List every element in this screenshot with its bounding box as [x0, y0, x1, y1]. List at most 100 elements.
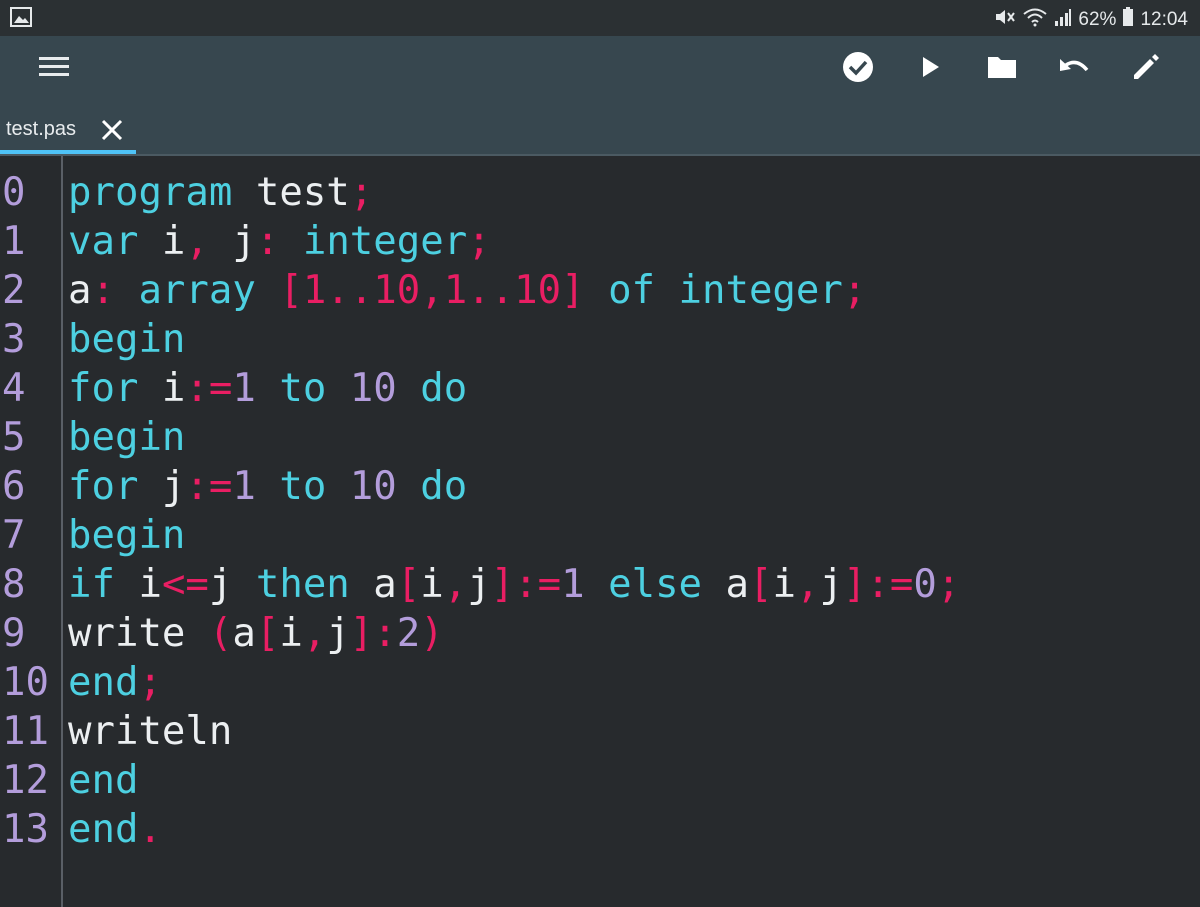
- code-token: begin: [68, 317, 186, 362]
- code-token: ]:=: [490, 562, 562, 607]
- line-number: 5: [2, 415, 26, 460]
- line-number: 8: [2, 562, 26, 607]
- code-token: i: [420, 562, 444, 607]
- code-line[interactable]: a: array [1..10,1..10] of integer;: [68, 266, 960, 315]
- code-token: <=: [161, 562, 209, 607]
- code-token: 0: [913, 562, 937, 607]
- code-token: j: [819, 562, 843, 607]
- tab-test-pas[interactable]: test.pas: [0, 108, 136, 154]
- code-token: to: [255, 366, 327, 411]
- code-token: do: [396, 464, 468, 509]
- code-token: ;: [467, 219, 491, 264]
- line-number: 10: [2, 660, 49, 705]
- code-token: (: [208, 611, 233, 656]
- menu-icon[interactable]: [38, 52, 70, 82]
- status-indicators: 62% 12:04: [994, 7, 1188, 33]
- code-token: ;: [138, 660, 162, 705]
- code-token: a: [232, 611, 256, 656]
- check-circle-icon[interactable]: [832, 48, 884, 86]
- code-line[interactable]: begin: [68, 413, 960, 462]
- line-number: 7: [2, 513, 26, 558]
- code-line[interactable]: for j:=1 to 10 do: [68, 462, 960, 511]
- clock: 12:04: [1140, 9, 1188, 30]
- code-line[interactable]: program test;: [68, 168, 960, 217]
- code-text-area[interactable]: program test; var i, j: integer; a: array …: [68, 168, 960, 854]
- code-token: ;: [349, 170, 374, 215]
- code-token: 1: [232, 366, 256, 411]
- line-number: 6: [2, 464, 26, 509]
- line-number: 1: [2, 219, 26, 264]
- code-line[interactable]: begin: [68, 315, 960, 364]
- code-token: end: [68, 807, 139, 852]
- app-toolbar: test.pas: [0, 36, 1200, 154]
- code-token: j: [208, 219, 256, 264]
- code-token: 2: [396, 611, 421, 656]
- code-line[interactable]: write (a[i,j]:2): [68, 609, 960, 658]
- code-token: else: [584, 562, 703, 607]
- code-token: :=: [185, 366, 233, 411]
- code-token: j: [326, 611, 350, 656]
- code-line[interactable]: var i, j: integer;: [68, 217, 960, 266]
- play-icon[interactable]: [904, 48, 956, 86]
- close-icon[interactable]: [100, 118, 124, 142]
- status-bar: 62% 12:04: [0, 0, 1200, 36]
- code-line[interactable]: end: [68, 756, 960, 805]
- code-token: 1: [561, 562, 585, 607]
- line-number: 0: [2, 170, 26, 215]
- code-token: ;: [842, 268, 867, 313]
- line-number: 12: [2, 758, 49, 803]
- gutter-divider: [61, 156, 63, 907]
- code-line[interactable]: end.: [68, 805, 960, 854]
- toolbar-actions: [832, 48, 1172, 86]
- code-token: write: [68, 611, 209, 656]
- code-token: end: [68, 660, 139, 705]
- code-token: :: [91, 268, 115, 313]
- code-token: integer: [279, 219, 468, 264]
- code-token: [: [255, 611, 280, 656]
- code-token: test: [232, 170, 350, 215]
- code-line[interactable]: begin: [68, 511, 960, 560]
- line-number: 13: [2, 807, 49, 852]
- code-token: i: [279, 611, 303, 656]
- code-token: j: [467, 562, 491, 607]
- line-number: 3: [2, 317, 26, 362]
- code-token: i: [114, 562, 162, 607]
- edit-pencil-icon[interactable]: [1120, 48, 1172, 86]
- line-number: 4: [2, 366, 26, 411]
- signal-icon: [1054, 7, 1072, 33]
- code-token: to: [255, 464, 327, 509]
- code-token: j: [208, 562, 233, 607]
- line-number: 2: [2, 268, 26, 313]
- code-token: begin: [68, 415, 186, 460]
- line-number: 11: [2, 709, 49, 754]
- code-line[interactable]: writeln: [68, 707, 960, 756]
- code-token: :=: [185, 464, 233, 509]
- mute-icon: [994, 7, 1016, 33]
- code-token: begin: [68, 513, 186, 558]
- code-token: array: [114, 268, 256, 313]
- code-token: a: [702, 562, 750, 607]
- code-token: ): [420, 611, 444, 656]
- code-line[interactable]: for i:=1 to 10 do: [68, 364, 960, 413]
- code-token: writeln: [68, 709, 233, 754]
- wifi-icon: [1022, 7, 1048, 33]
- code-token: a: [349, 562, 397, 607]
- battery-icon: [1122, 7, 1134, 33]
- line-number-gutter: 0 1 2 3 4 5 6 7 8 9 10 11 12 13: [2, 168, 49, 854]
- code-token: do: [396, 366, 468, 411]
- code-token: for: [68, 366, 139, 411]
- code-token: if: [68, 562, 115, 607]
- code-token: var: [68, 219, 139, 264]
- code-token: ]:: [349, 611, 397, 656]
- battery-percent: 62%: [1078, 9, 1117, 30]
- code-token: i: [138, 219, 186, 264]
- code-token: end: [68, 758, 139, 803]
- code-line[interactable]: end;: [68, 658, 960, 707]
- code-line[interactable]: if i<=j then a[i,j]:=1 else a[i,j]:=0;: [68, 560, 960, 609]
- folder-icon[interactable]: [976, 48, 1028, 86]
- line-number: 9: [2, 611, 26, 656]
- undo-icon[interactable]: [1048, 48, 1100, 86]
- gallery-notification-icon: [10, 7, 32, 33]
- code-editor[interactable]: 0 1 2 3 4 5 6 7 8 9 10 11 12 13 program test; var i, j…: [0, 156, 1200, 907]
- code-token: ;: [936, 562, 961, 607]
